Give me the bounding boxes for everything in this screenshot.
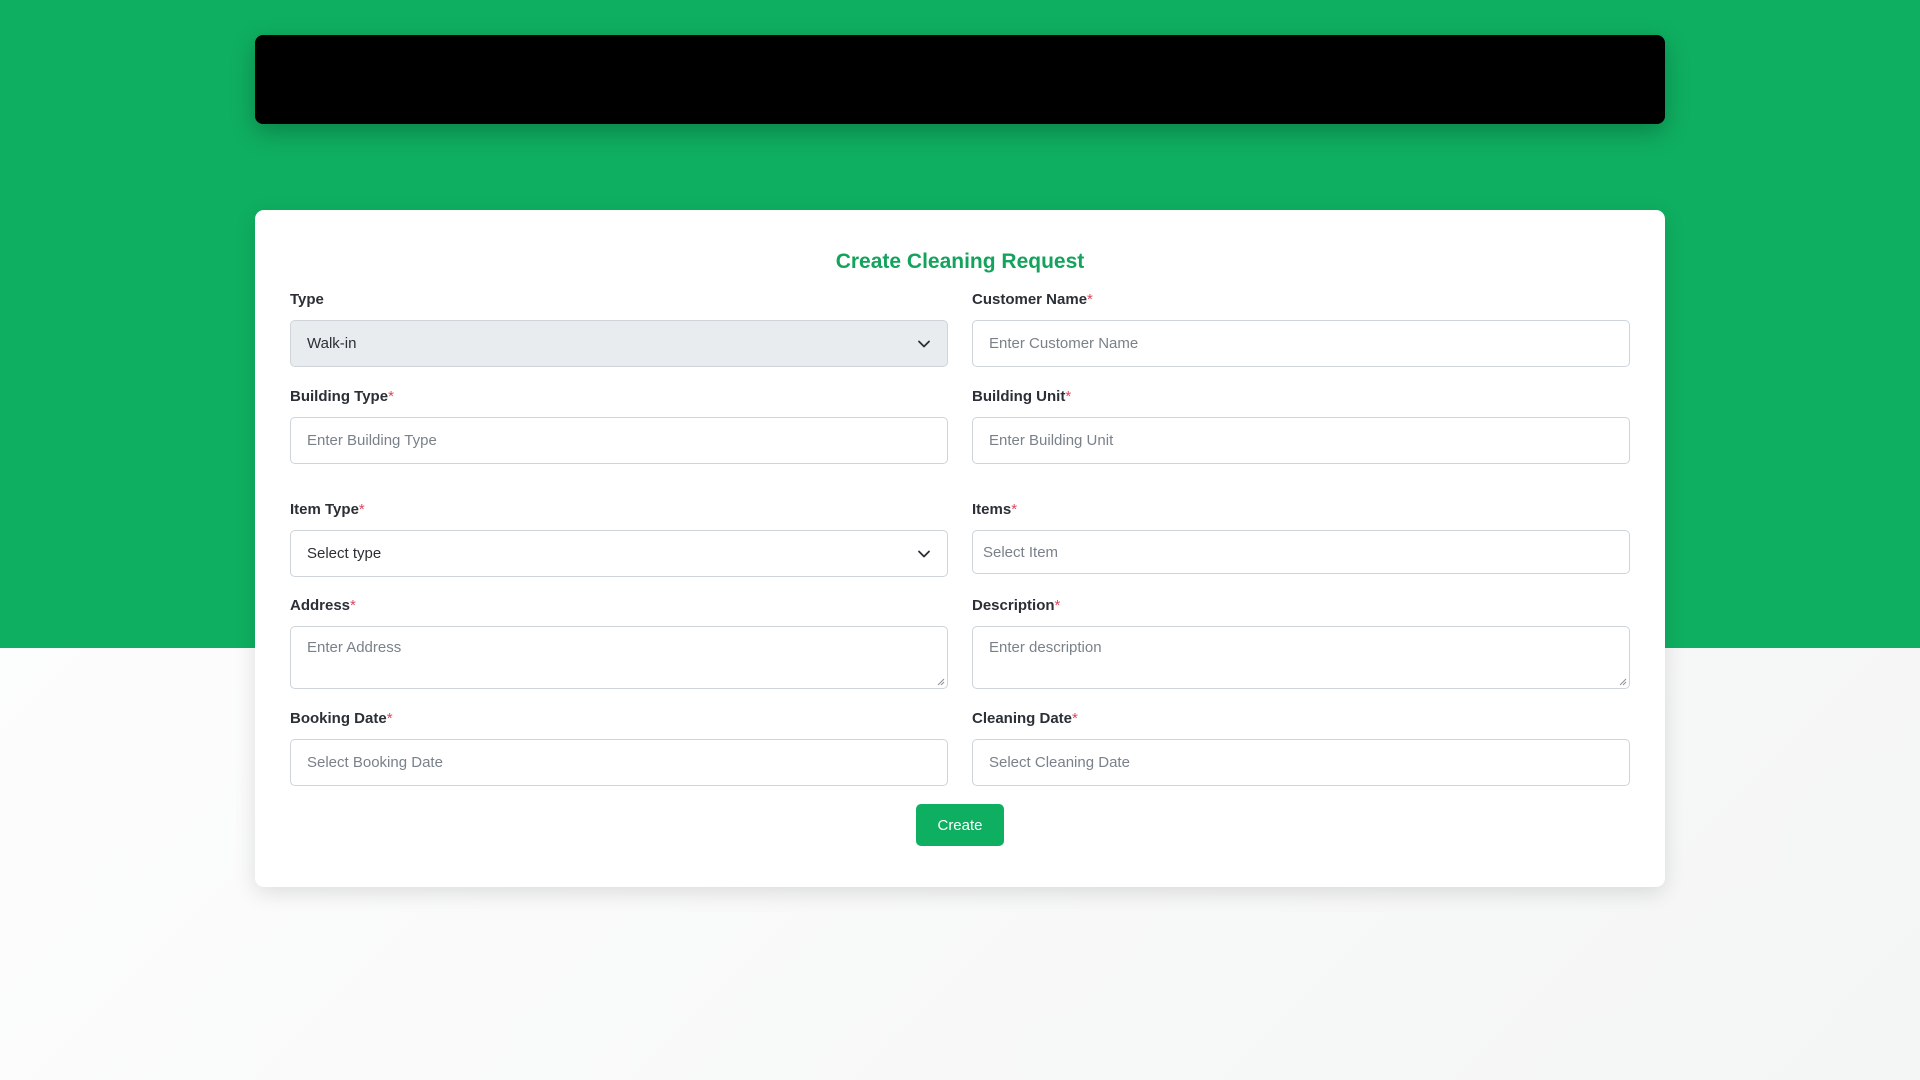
description-placeholder: Enter description — [989, 639, 1102, 656]
item-type-field: Item Type* Select type — [290, 500, 948, 577]
cleaning-date-field: Cleaning Date* Select Cleaning Date — [972, 709, 1630, 786]
building-unit-input[interactable]: Enter Building Unit — [972, 417, 1630, 464]
type-select[interactable]: Walk-in — [290, 320, 948, 367]
required-mark: * — [1087, 291, 1093, 308]
items-field: Items* Select Item — [972, 500, 1630, 574]
resize-handle-icon[interactable] — [1618, 677, 1627, 686]
items-label: Items* — [972, 501, 1018, 518]
required-mark: * — [350, 597, 356, 614]
customer-name-field: Customer Name* Enter Customer Name — [972, 290, 1630, 367]
customer-name-placeholder: Enter Customer Name — [989, 335, 1139, 352]
top-header-bar — [255, 35, 1665, 124]
building-unit-label: Building Unit* — [972, 388, 1072, 405]
required-mark: * — [1011, 501, 1018, 518]
cleaning-date-placeholder: Select Cleaning Date — [989, 754, 1130, 771]
item-type-select[interactable]: Select type — [290, 530, 948, 577]
required-mark: * — [1065, 388, 1072, 405]
address-field: Address* Enter Address — [290, 596, 948, 689]
customer-name-input[interactable]: Enter Customer Name — [972, 320, 1630, 367]
required-mark: * — [1054, 597, 1061, 614]
address-textarea[interactable]: Enter Address — [290, 626, 948, 689]
building-type-label: Building Type* — [290, 388, 394, 405]
booking-date-placeholder: Select Booking Date — [307, 754, 443, 771]
required-mark: * — [386, 710, 393, 727]
building-unit-field: Building Unit* Enter Building Unit — [972, 387, 1630, 464]
resize-handle-icon[interactable] — [936, 677, 945, 686]
cleaning-date-label: Cleaning Date* — [972, 710, 1078, 727]
page-title: Create Cleaning Request — [835, 250, 1085, 273]
item-type-select-value: Select type — [307, 545, 382, 562]
chevron-down-icon — [918, 550, 930, 557]
building-type-field: Building Type* Enter Building Type — [290, 387, 948, 464]
booking-date-field: Booking Date* Select Booking Date — [290, 709, 948, 786]
item-type-label: Item Type* — [290, 501, 365, 518]
booking-date-label: Booking Date* — [290, 710, 393, 727]
customer-name-label: Customer Name* — [972, 291, 1093, 308]
cleaning-date-input[interactable]: Select Cleaning Date — [972, 739, 1630, 786]
create-cleaning-request-card: Create Cleaning Request Type Walk-in Cus… — [255, 210, 1665, 887]
create-button[interactable]: Create — [916, 804, 1004, 846]
address-placeholder: Enter Address — [307, 639, 402, 656]
address-label: Address* — [290, 597, 356, 614]
items-placeholder: Select Item — [983, 543, 1059, 561]
required-mark: * — [358, 501, 365, 518]
type-field: Type Walk-in — [290, 290, 948, 367]
building-unit-placeholder: Enter Building Unit — [989, 432, 1114, 449]
type-label: Type — [290, 291, 324, 308]
description-field: Description* Enter description — [972, 596, 1630, 689]
required-mark: * — [1072, 710, 1078, 727]
type-select-value: Walk-in — [307, 335, 357, 352]
description-label: Description* — [972, 597, 1061, 614]
building-type-placeholder: Enter Building Type — [307, 432, 437, 449]
description-textarea[interactable]: Enter description — [972, 626, 1630, 689]
building-type-input[interactable]: Enter Building Type — [290, 417, 948, 464]
chevron-down-icon — [918, 340, 930, 347]
required-mark: * — [388, 388, 394, 405]
items-select-input[interactable]: Select Item — [972, 530, 1630, 574]
booking-date-input[interactable]: Select Booking Date — [290, 739, 948, 786]
